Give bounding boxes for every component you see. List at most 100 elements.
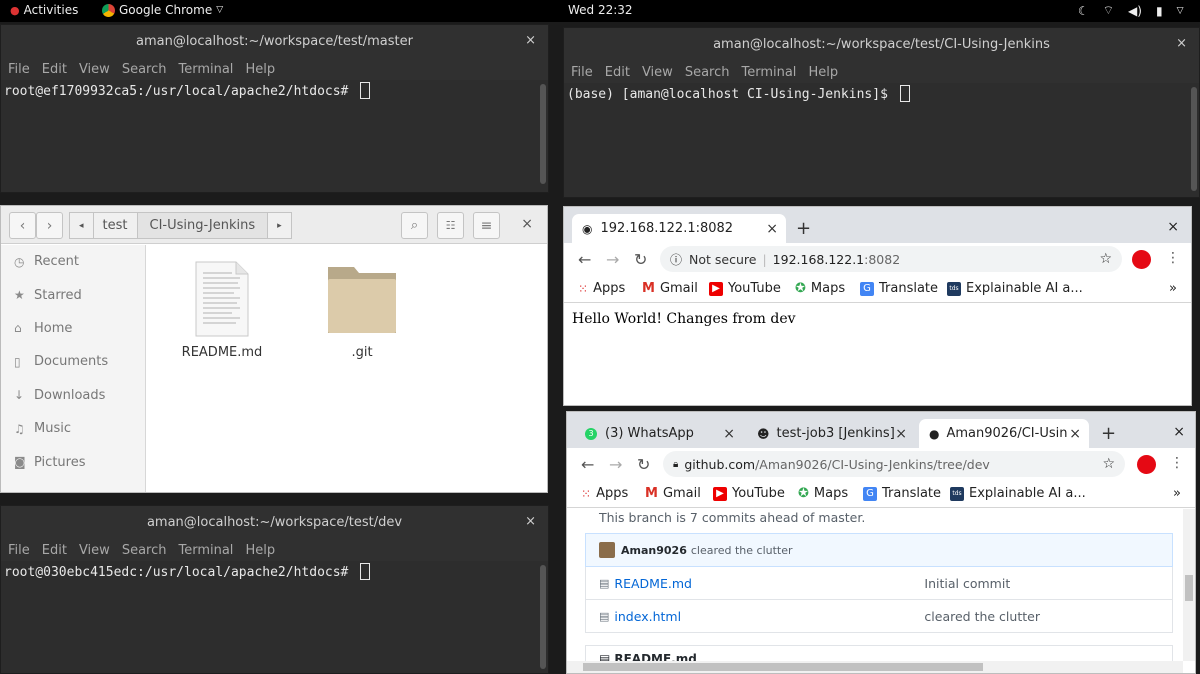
- file-link[interactable]: README.md: [614, 576, 924, 591]
- address-bar[interactable]: 🔒︎ github.com/Aman9026/CI-Using-Jenkins/…: [663, 451, 1125, 477]
- view-toggle-button[interactable]: ☷: [437, 212, 464, 239]
- menu-button[interactable]: ≡: [473, 212, 500, 239]
- tab-close-icon[interactable]: ×: [1069, 426, 1081, 442]
- menu-edit[interactable]: Edit: [42, 543, 67, 558]
- sidebar-item-pictures[interactable]: ◙ Pictures: [1, 445, 145, 478]
- close-icon[interactable]: ×: [525, 514, 536, 529]
- back-button[interactable]: ‹: [9, 212, 36, 239]
- commit-message[interactable]: cleared the clutter: [691, 544, 793, 557]
- commit-author-link[interactable]: Aman9026: [621, 544, 687, 557]
- back-arrow-icon[interactable]: ←: [578, 250, 591, 269]
- vertical-scrollbar[interactable]: [1183, 509, 1195, 661]
- scrollbar[interactable]: [540, 565, 546, 669]
- menu-view[interactable]: View: [79, 62, 110, 77]
- tab-github[interactable]: ● Aman9026/CI-Usin ×: [919, 419, 1089, 448]
- profile-avatar[interactable]: [1137, 455, 1156, 474]
- terminal-titlebar[interactable]: aman@localhost:~/workspace/test/dev ×: [1, 506, 548, 539]
- back-arrow-icon[interactable]: ←: [581, 455, 594, 474]
- bookmark-translate[interactable]: G Translate: [860, 281, 938, 296]
- menu-terminal[interactable]: Terminal: [178, 543, 233, 558]
- menu-view[interactable]: View: [79, 543, 110, 558]
- bookmark-explainable-ai[interactable]: tds Explainable AI a...: [950, 486, 1086, 501]
- tab-close-icon[interactable]: ×: [723, 426, 735, 442]
- new-tab-button[interactable]: +: [1101, 423, 1116, 444]
- breadcrumb-right-arrow-icon[interactable]: ▸: [268, 213, 291, 238]
- terminal-output[interactable]: (base) [aman@localhost CI-Using-Jenkins]…: [564, 83, 1199, 197]
- sidebar-item-downloads[interactable]: ↓ Downloads: [1, 379, 145, 412]
- bookmark-explainable-ai[interactable]: tds Explainable AI a...: [947, 281, 1083, 296]
- forward-arrow-icon[interactable]: →: [606, 250, 619, 269]
- menu-help[interactable]: Help: [245, 543, 275, 558]
- file-link[interactable]: index.html: [614, 609, 924, 624]
- bookmark-translate[interactable]: G Translate: [863, 486, 941, 501]
- menu-help[interactable]: Help: [245, 62, 275, 77]
- reload-icon[interactable]: ↻: [637, 455, 650, 474]
- search-button[interactable]: ⌕: [401, 212, 428, 239]
- menu-search[interactable]: Search: [122, 62, 167, 77]
- close-icon[interactable]: ×: [1176, 36, 1187, 51]
- close-icon[interactable]: ×: [1173, 424, 1185, 440]
- scrollbar[interactable]: [1191, 87, 1197, 191]
- tab-local-site[interactable]: ◉ 192.168.122.1:8082 ×: [572, 214, 786, 243]
- app-menu[interactable]: Google Chrome ▽: [102, 3, 223, 17]
- bookmark-star-icon[interactable]: ☆: [1099, 251, 1112, 267]
- bookmark-gmail[interactable]: M Gmail: [642, 281, 698, 296]
- bookmark-star-icon[interactable]: ☆: [1102, 456, 1115, 472]
- horizontal-scrollbar[interactable]: [567, 661, 1183, 673]
- bookmark-maps[interactable]: ✪ Maps: [795, 281, 845, 296]
- kebab-menu-icon[interactable]: ⋮: [1166, 250, 1180, 266]
- reload-icon[interactable]: ↻: [634, 250, 647, 269]
- close-icon[interactable]: ×: [521, 216, 533, 232]
- menu-file[interactable]: File: [571, 65, 593, 80]
- scrollbar-thumb[interactable]: [583, 663, 983, 671]
- close-icon[interactable]: ×: [1167, 219, 1179, 235]
- menu-view[interactable]: View: [642, 65, 673, 80]
- sidebar-item-recent[interactable]: ◷ Recent: [1, 245, 145, 278]
- forward-arrow-icon[interactable]: →: [609, 455, 622, 474]
- menu-search[interactable]: Search: [122, 543, 167, 558]
- terminal-titlebar[interactable]: aman@localhost:~/workspace/test/CI-Using…: [564, 28, 1199, 61]
- menu-search[interactable]: Search: [685, 65, 730, 80]
- sidebar-item-home[interactable]: ⌂ Home: [1, 312, 145, 345]
- close-icon[interactable]: ×: [525, 33, 536, 48]
- sidebar-item-music[interactable]: ♫ Music: [1, 412, 145, 445]
- forward-button[interactable]: ›: [36, 212, 63, 239]
- tab-close-icon[interactable]: ×: [766, 221, 778, 237]
- activities-button[interactable]: ● Activities: [10, 3, 78, 17]
- bookmarks-overflow-icon[interactable]: »: [1169, 281, 1177, 296]
- profile-avatar[interactable]: [1132, 250, 1151, 269]
- bookmark-apps[interactable]: ⁙ Apps: [578, 281, 625, 296]
- breadcrumb-item-test[interactable]: test: [94, 213, 138, 238]
- bookmark-youtube[interactable]: ▶ YouTube: [709, 281, 781, 296]
- terminal-output[interactable]: root@030ebc415edc:/usr/local/apache2/htd…: [1, 561, 548, 673]
- kebab-menu-icon[interactable]: ⋮: [1170, 455, 1184, 471]
- new-tab-button[interactable]: +: [796, 218, 811, 239]
- breadcrumb-item-current[interactable]: CI-Using-Jenkins: [137, 213, 269, 238]
- menu-terminal[interactable]: Terminal: [741, 65, 796, 80]
- breadcrumb-left-arrow-icon[interactable]: ◂: [70, 213, 94, 238]
- file-commit-message[interactable]: cleared the clutter: [924, 609, 1040, 624]
- menu-file[interactable]: File: [8, 62, 30, 77]
- menu-file[interactable]: File: [8, 543, 30, 558]
- address-bar[interactable]: ⓘ Not secure | 192.168.122.1:8082 ☆: [660, 246, 1122, 272]
- file-commit-message[interactable]: Initial commit: [924, 576, 1010, 591]
- menu-edit[interactable]: Edit: [605, 65, 630, 80]
- file-item-git-folder[interactable]: .git: [317, 261, 407, 360]
- tab-whatsapp[interactable]: 3 (3) WhatsApp ×: [575, 419, 743, 448]
- system-tray[interactable]: ☾ ⌔ ◀) ▮ ▽: [1068, 3, 1184, 18]
- tab-jenkins[interactable]: ☻ test-job3 [Jenkins] ×: [747, 419, 915, 448]
- bookmark-gmail[interactable]: M Gmail: [645, 486, 701, 501]
- menu-help[interactable]: Help: [808, 65, 838, 80]
- terminal-titlebar[interactable]: aman@localhost:~/workspace/test/master ×: [1, 25, 548, 58]
- menu-terminal[interactable]: Terminal: [178, 62, 233, 77]
- sidebar-item-documents[interactable]: ▯ Documents: [1, 345, 145, 378]
- bookmarks-overflow-icon[interactable]: »: [1173, 486, 1181, 501]
- terminal-output[interactable]: root@ef1709932ca5:/usr/local/apache2/htd…: [1, 80, 548, 192]
- scrollbar[interactable]: [540, 84, 546, 184]
- menu-edit[interactable]: Edit: [42, 62, 67, 77]
- file-item-readme[interactable]: README.md: [177, 261, 267, 360]
- bookmark-apps[interactable]: ⁙ Apps: [581, 486, 628, 501]
- tab-close-icon[interactable]: ×: [895, 426, 907, 442]
- bookmark-youtube[interactable]: ▶ YouTube: [713, 486, 785, 501]
- scrollbar-thumb[interactable]: [1185, 575, 1193, 601]
